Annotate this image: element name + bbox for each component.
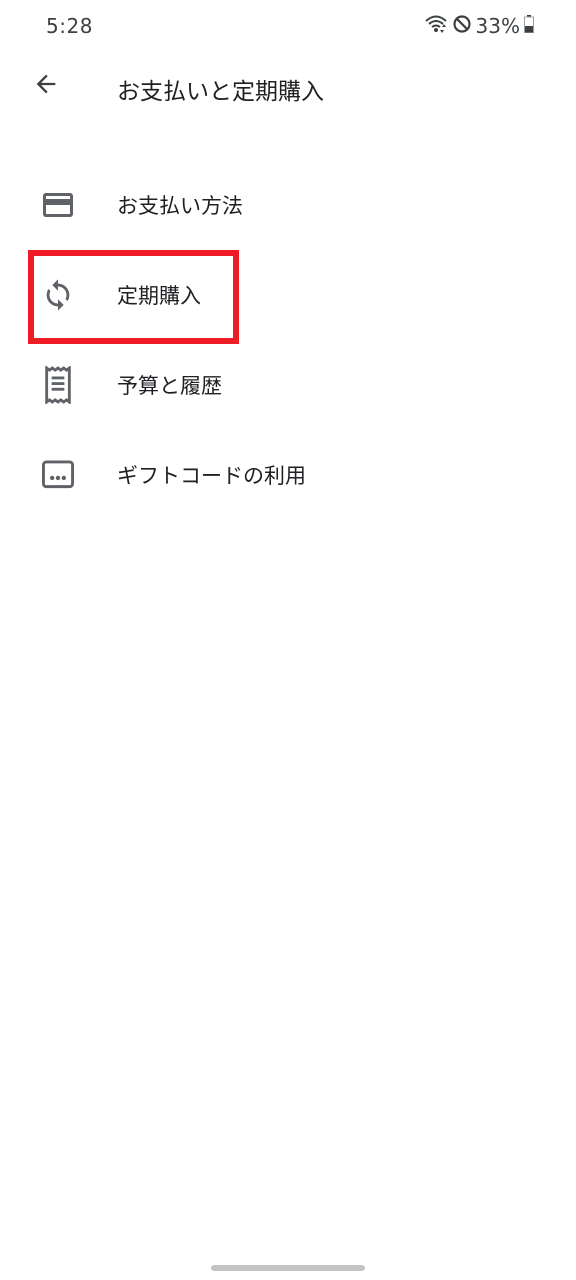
menu-item-label: ギフトコードの利用 [117, 464, 306, 488]
page-title: お支払いと定期購入 [117, 79, 324, 105]
battery-icon [524, 15, 534, 37]
menu-item-subscriptions[interactable]: 定期購入 [0, 250, 576, 340]
menu-item-label: 定期購入 [117, 284, 201, 308]
menu-item-budget-history[interactable]: 予算と履歴 [0, 340, 576, 430]
status-icons: 33% [424, 13, 534, 39]
gesture-nav-handle[interactable] [211, 1265, 365, 1271]
back-button[interactable] [24, 64, 68, 108]
battery-percent: 33% [475, 14, 520, 38]
gift-code-icon [38, 455, 78, 495]
menu-item-label: お支払い方法 [117, 194, 243, 218]
menu-list: お支払い方法 定期購入 予算と履歴 ギフトコードの利用 [0, 160, 576, 520]
receipt-icon [38, 365, 78, 405]
arrow-back-icon [32, 70, 60, 102]
credit-card-icon [38, 185, 78, 225]
status-time: 5:28 [46, 14, 93, 38]
status-bar: 5:28 33% [0, 0, 576, 56]
menu-item-redeem-gift-code[interactable]: ギフトコードの利用 [0, 430, 576, 520]
app-bar: お支払いと定期購入 [0, 56, 576, 120]
menu-item-payment-methods[interactable]: お支払い方法 [0, 160, 576, 250]
refresh-icon [38, 275, 78, 315]
do-not-disturb-icon [452, 14, 472, 38]
menu-item-label: 予算と履歴 [117, 374, 222, 398]
wifi-icon [424, 13, 448, 39]
